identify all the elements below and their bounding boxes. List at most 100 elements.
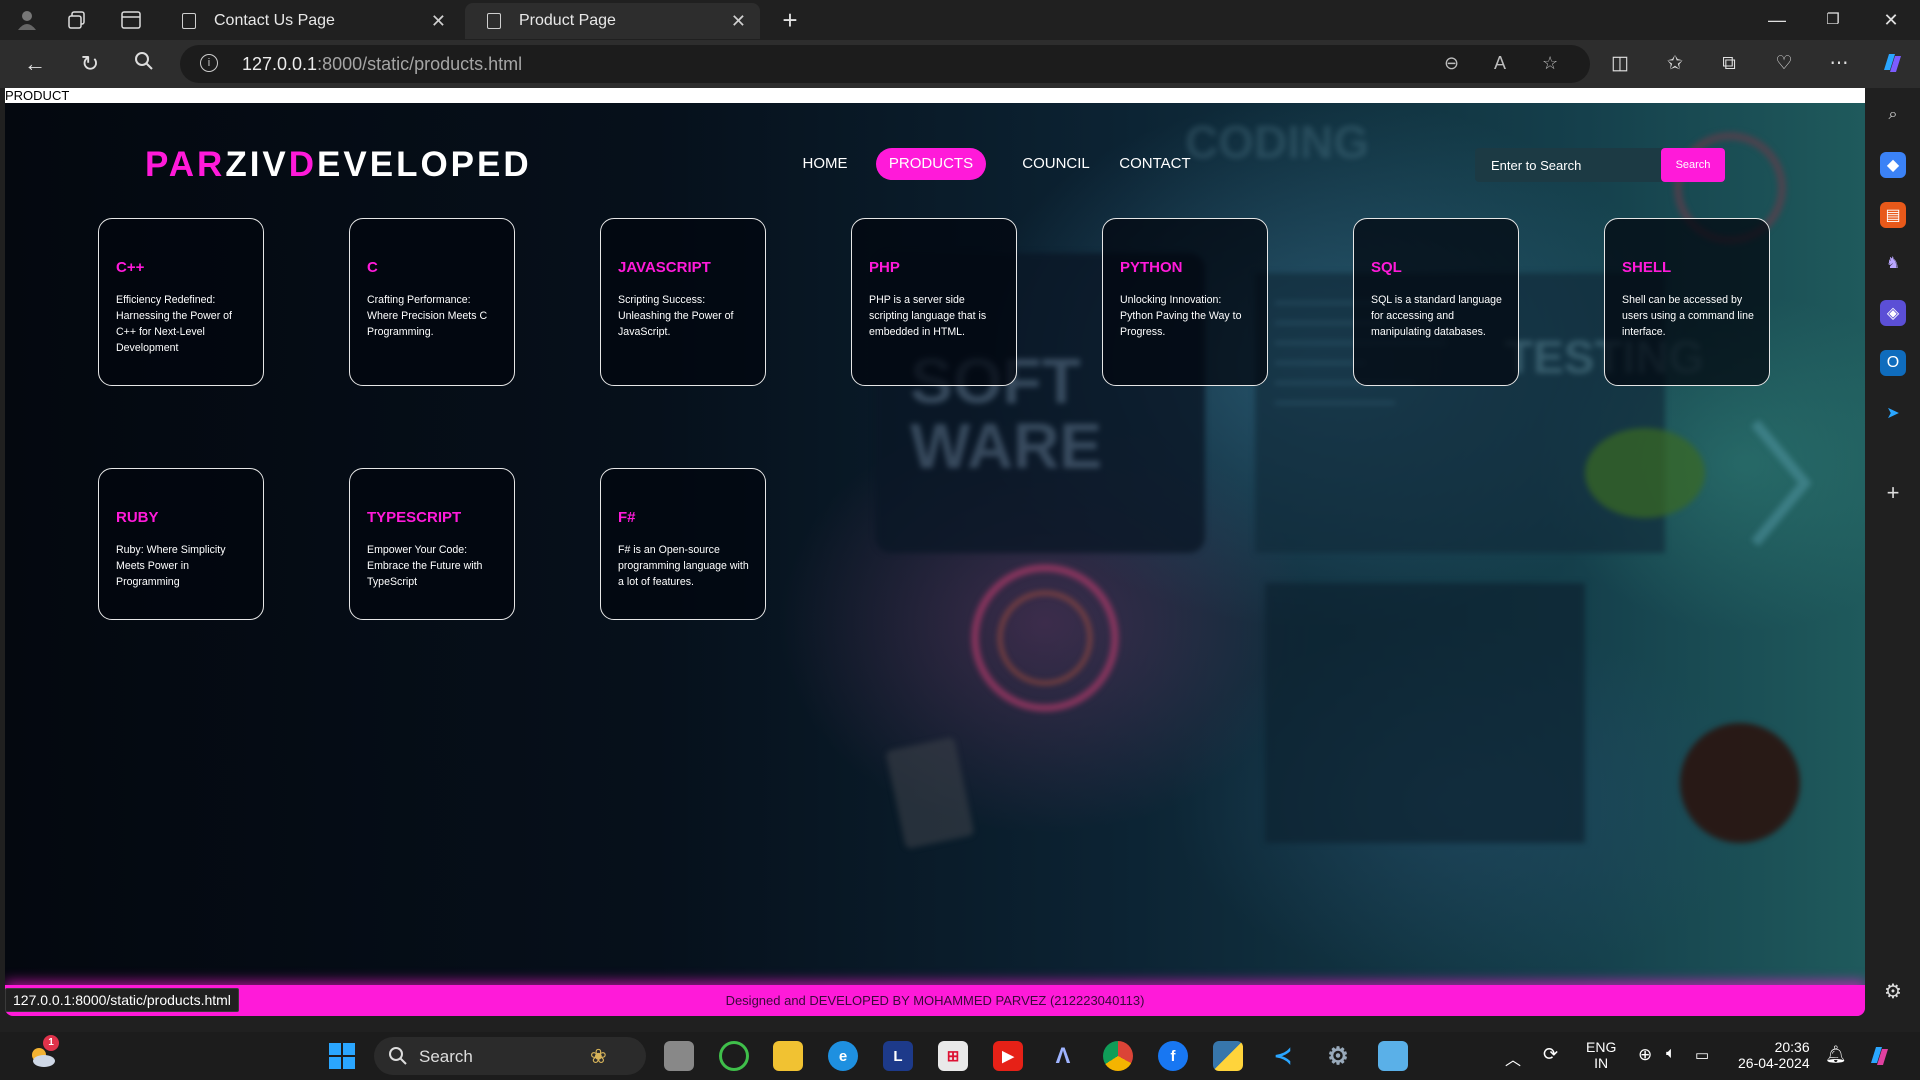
product-card-typescript[interactable]: TYPESCRIPT Empower Your Code: Embrace th…: [349, 468, 515, 620]
tab-title: Contact Us Page: [214, 12, 335, 29]
task-view-icon[interactable]: [664, 1041, 694, 1071]
clock[interactable]: 20:36 26-04-2024: [1738, 1039, 1810, 1071]
battery-icon[interactable]: ▭: [1695, 1046, 1709, 1064]
youtube-icon[interactable]: ▶: [993, 1041, 1023, 1071]
product-card-ruby[interactable]: RUBY Ruby: Where Simplicity Meets Power …: [98, 468, 264, 620]
card-title: SHELL: [1622, 259, 1672, 276]
add-sidebar-app-icon[interactable]: +: [1880, 480, 1906, 506]
new-tab-plus-icon[interactable]: +: [775, 6, 805, 34]
notepad-icon[interactable]: [1378, 1041, 1408, 1071]
region-label: IN: [1594, 1055, 1609, 1071]
collections-icon[interactable]: ⧉: [1715, 50, 1743, 78]
zoom-out-icon[interactable]: ⊖: [1444, 53, 1459, 74]
nav-council[interactable]: COUNCIL: [1018, 149, 1094, 179]
card-description: F# is an Open-source programming languag…: [618, 544, 749, 588]
favorites-icon[interactable]: ✩: [1661, 50, 1689, 78]
logo-part: D: [288, 145, 318, 184]
tab-close-icon[interactable]: ✕: [731, 11, 746, 32]
sidebar-settings-icon[interactable]: ⚙: [1880, 978, 1906, 1004]
product-card-python[interactable]: PYTHON Unlocking Innovation: Python Pavi…: [1102, 218, 1268, 386]
show-hidden-icons-chevron-icon[interactable]: ︿: [1505, 1046, 1521, 1070]
product-card-c[interactable]: C Crafting Performance: Where Precision …: [349, 218, 515, 386]
search-form: Search: [1475, 148, 1725, 182]
search-input[interactable]: [1475, 148, 1660, 182]
card-description: Scripting Success: Unleashing the Power …: [618, 294, 734, 338]
page-footer: Designed and DEVELOPED BY MOHAMMED PARVE…: [5, 985, 1865, 1016]
l-app-icon[interactable]: L: [883, 1041, 913, 1071]
edge-browser-icon[interactable]: e: [828, 1041, 858, 1071]
svg-text:WARE: WARE: [910, 410, 1102, 482]
language-label: ENG: [1586, 1039, 1617, 1055]
notification-badge: 1: [43, 1035, 59, 1051]
settings-gear-icon[interactable]: ⚙: [1323, 1041, 1353, 1071]
card-description: Unlocking Innovation: Python Paving the …: [1120, 294, 1242, 338]
product-card-javascript[interactable]: JAVASCRIPT Scripting Success: Unleashing…: [600, 218, 766, 386]
search-button[interactable]: Search: [1661, 148, 1725, 182]
sync-icon[interactable]: ⟳: [1543, 1044, 1558, 1065]
search-icon[interactable]: [130, 50, 158, 78]
app-a-icon[interactable]: Λ: [1048, 1041, 1078, 1071]
nav-products[interactable]: PRODUCTS: [876, 148, 986, 180]
back-arrow-icon[interactable]: ←: [21, 50, 49, 78]
start-windows-icon[interactable]: [327, 1041, 357, 1071]
python-icon[interactable]: [1213, 1041, 1243, 1071]
nav-home[interactable]: HOME: [795, 149, 855, 179]
split-screen-icon[interactable]: ◫: [1606, 50, 1634, 78]
profile-avatar-icon[interactable]: [14, 8, 40, 32]
card-title: TYPESCRIPT: [367, 509, 462, 526]
weather-widget-icon[interactable]: 1: [25, 1035, 59, 1071]
nav-contact[interactable]: CONTACT: [1115, 149, 1195, 179]
address-bar[interactable]: i 127.0.0.1:8000/static/products.html ⊖ …: [180, 45, 1590, 83]
restore-window-icon[interactable]: ❐: [1818, 6, 1848, 34]
card-description: Ruby: Where Simplicity Meets Power in Pr…: [116, 544, 226, 588]
refresh-icon[interactable]: ↻: [76, 50, 104, 78]
microsoft-store-icon[interactable]: ⊞: [938, 1041, 968, 1071]
product-card-php[interactable]: PHP PHP is a server side scripting langu…: [851, 218, 1017, 386]
card-title: C: [367, 259, 378, 276]
taskbar-search[interactable]: Search ❀: [374, 1037, 646, 1075]
more-options-icon[interactable]: ⋯: [1825, 50, 1853, 78]
site-info-icon[interactable]: i: [200, 54, 218, 72]
network-globe-icon[interactable]: ⊕: [1638, 1045, 1652, 1065]
shopping-tag-icon[interactable]: ◆: [1880, 152, 1906, 178]
app-circle-icon[interactable]: [719, 1041, 749, 1071]
minimize-window-icon[interactable]: —: [1762, 6, 1792, 34]
copilot-taskbar-icon[interactable]: [1864, 1041, 1894, 1071]
search-icon[interactable]: ⌕: [1880, 102, 1906, 128]
file-explorer-icon[interactable]: [773, 1041, 803, 1071]
vscode-icon[interactable]: ≺: [1268, 1041, 1298, 1071]
product-card-shell[interactable]: SHELL Shell can be accessed by users usi…: [1604, 218, 1770, 386]
tab-product-page[interactable]: Product Page ✕: [465, 3, 760, 39]
address-url[interactable]: 127.0.0.1:8000/static/products.html: [242, 54, 522, 75]
tools-briefcase-icon[interactable]: ▤: [1880, 202, 1906, 228]
tab-close-icon[interactable]: ✕: [431, 11, 446, 32]
language-indicator[interactable]: ENG IN: [1586, 1039, 1616, 1071]
product-card-cpp[interactable]: C++ Efficiency Redefined: Harnessing the…: [98, 218, 264, 386]
facebook-icon[interactable]: f: [1158, 1041, 1188, 1071]
logo-part: PAR: [145, 145, 226, 184]
vertical-tabs-icon[interactable]: [118, 8, 144, 32]
tab-title: Product Page: [519, 12, 616, 29]
product-card-fsharp[interactable]: F# F# is an Open-source programming lang…: [600, 468, 766, 620]
card-description: PHP is a server side scripting language …: [869, 294, 987, 338]
site-logo[interactable]: PARZIVDEVELOPED: [145, 145, 532, 185]
games-icon[interactable]: ♞: [1880, 250, 1906, 276]
logo-part: EVELOPED: [317, 145, 532, 184]
card-description: Empower Your Code: Embrace the Future wi…: [367, 544, 483, 588]
copilot-icon[interactable]: [1878, 50, 1906, 78]
outlook-icon[interactable]: O: [1880, 350, 1906, 376]
microsoft-365-icon[interactable]: ◈: [1880, 300, 1906, 326]
close-window-icon[interactable]: ✕: [1876, 6, 1906, 34]
workspaces-icon[interactable]: [64, 8, 90, 32]
chrome-icon[interactable]: [1103, 1041, 1133, 1071]
favorite-star-icon[interactable]: ☆: [1542, 53, 1558, 74]
volume-icon[interactable]: 🔈︎: [1666, 1045, 1676, 1063]
notification-bell-icon[interactable]: 🔔︎: [1825, 1045, 1847, 1065]
browser-essentials-icon[interactable]: ♡: [1770, 50, 1798, 78]
product-card-sql[interactable]: SQL SQL is a standard language for acces…: [1353, 218, 1519, 386]
read-aloud-icon[interactable]: A: [1494, 53, 1506, 74]
tab-contact-us[interactable]: Contact Us Page ✕: [160, 3, 460, 39]
card-title: PYTHON: [1120, 259, 1183, 276]
send-icon[interactable]: ➤: [1880, 400, 1906, 426]
windows-taskbar: 1 Search ❀ e L ⊞ ▶ Λ f ≺ ⚙ ︿ ⟳ ENG IN ⊕ …: [0, 1032, 1920, 1080]
